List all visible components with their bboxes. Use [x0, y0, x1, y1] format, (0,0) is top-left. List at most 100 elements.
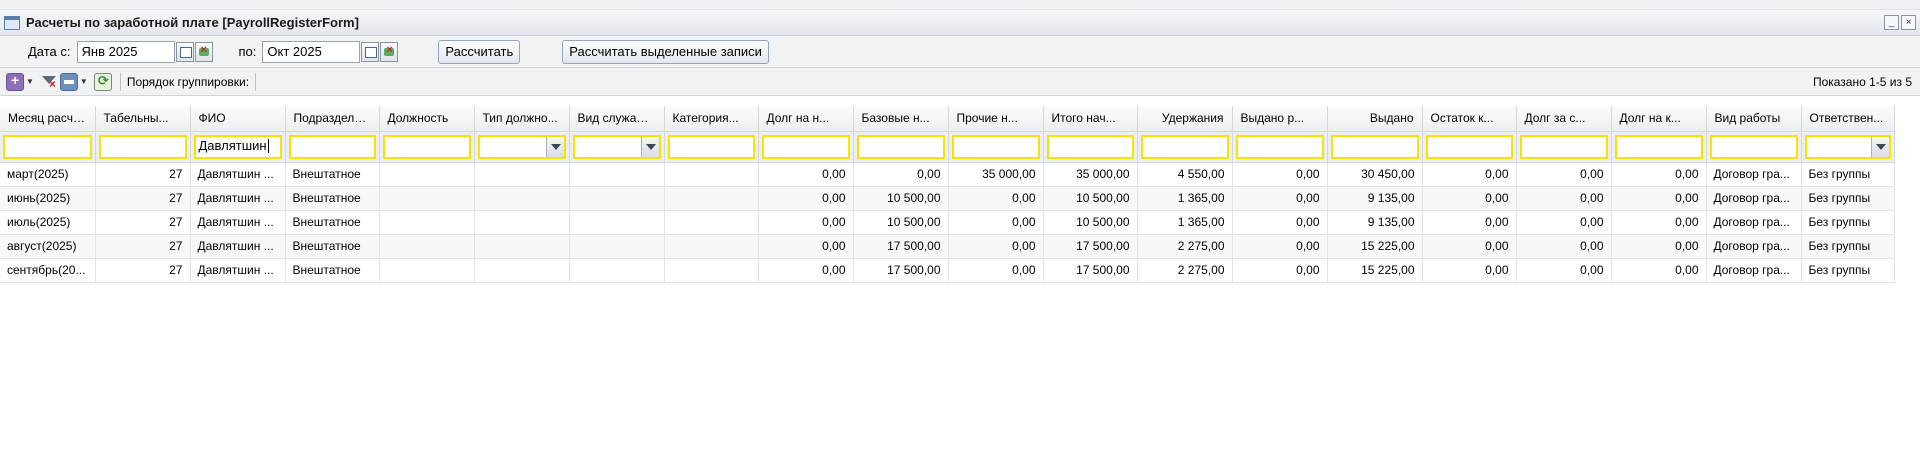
- table-cell[interactable]: 0,00: [758, 162, 854, 187]
- filter-input[interactable]: [856, 134, 945, 159]
- table-cell[interactable]: Без группы: [1801, 234, 1895, 259]
- table-cell[interactable]: [379, 210, 475, 235]
- table-cell[interactable]: 0,00: [1611, 186, 1707, 211]
- table-cell[interactable]: Внештатное: [285, 210, 380, 235]
- filter-input[interactable]: [382, 134, 471, 159]
- filter-input[interactable]: [761, 134, 850, 159]
- table-cell[interactable]: 0,00: [948, 186, 1044, 211]
- table-cell[interactable]: [379, 162, 475, 187]
- table-cell[interactable]: март(2025): [0, 162, 96, 187]
- table-cell[interactable]: 35 000,00: [1043, 162, 1138, 187]
- calculate-button[interactable]: Рассчитать: [438, 39, 521, 64]
- table-cell[interactable]: 35 000,00: [948, 162, 1044, 187]
- table-cell[interactable]: [569, 234, 665, 259]
- chevron-down-icon[interactable]: ▼: [26, 77, 34, 86]
- filter-input[interactable]: [1519, 134, 1608, 159]
- column-header[interactable]: Долг на н...: [758, 106, 854, 132]
- table-cell[interactable]: 0,00: [1422, 210, 1517, 235]
- table-cell[interactable]: 17 500,00: [853, 234, 949, 259]
- column-header[interactable]: Удержания: [1137, 106, 1233, 132]
- table-cell[interactable]: 0,00: [1232, 186, 1328, 211]
- table-cell[interactable]: 17 500,00: [1043, 258, 1138, 283]
- table-cell[interactable]: [664, 258, 759, 283]
- column-header[interactable]: Месяц расче...: [0, 106, 96, 132]
- column-header[interactable]: Ответствен...: [1801, 106, 1895, 132]
- clear-date-icon[interactable]: [194, 41, 213, 62]
- add-icon[interactable]: [6, 72, 24, 91]
- table-cell[interactable]: [664, 210, 759, 235]
- table-cell[interactable]: Договор гра...: [1706, 162, 1802, 187]
- table-cell[interactable]: 0,00: [1422, 258, 1517, 283]
- filter-input[interactable]: [951, 134, 1040, 159]
- table-cell[interactable]: 0,00: [1422, 186, 1517, 211]
- table-cell[interactable]: [569, 210, 665, 235]
- table-cell[interactable]: [474, 210, 570, 235]
- table-cell[interactable]: [379, 186, 475, 211]
- table-cell[interactable]: 0,00: [758, 186, 854, 211]
- clear-filter-icon[interactable]: [40, 73, 58, 91]
- filter-input[interactable]: [98, 134, 187, 159]
- filter-combo[interactable]: [1804, 134, 1891, 159]
- chevron-down-icon[interactable]: [640, 136, 659, 157]
- chevron-down-icon[interactable]: [545, 136, 564, 157]
- column-header[interactable]: Долг за с...: [1516, 106, 1612, 132]
- table-cell[interactable]: 27: [95, 186, 191, 211]
- table-cell[interactable]: 1 365,00: [1137, 186, 1233, 211]
- filter-input[interactable]: [1140, 134, 1229, 159]
- table-cell[interactable]: Договор гра...: [1706, 186, 1802, 211]
- minimize-button[interactable]: _: [1884, 15, 1899, 30]
- table-cell[interactable]: август(2025): [0, 234, 96, 259]
- date-from-input[interactable]: [76, 40, 175, 63]
- table-cell[interactable]: 0,00: [1516, 234, 1612, 259]
- date-to-input[interactable]: [262, 40, 361, 63]
- table-cell[interactable]: 0,00: [853, 162, 949, 187]
- filter-input[interactable]: [1235, 134, 1324, 159]
- table-cell[interactable]: Давлятшин ...: [190, 162, 286, 187]
- column-header[interactable]: ФИО: [190, 106, 286, 132]
- table-cell[interactable]: Договор гра...: [1706, 258, 1802, 283]
- chevron-down-icon[interactable]: [1870, 136, 1889, 157]
- table-cell[interactable]: Договор гра...: [1706, 210, 1802, 235]
- filter-input[interactable]: [1709, 134, 1798, 159]
- table-cell[interactable]: [474, 258, 570, 283]
- table-cell[interactable]: 2 275,00: [1137, 234, 1233, 259]
- table-cell[interactable]: [569, 162, 665, 187]
- table-cell[interactable]: Без группы: [1801, 186, 1895, 211]
- table-cell[interactable]: 0,00: [1611, 234, 1707, 259]
- table-cell[interactable]: 10 500,00: [853, 186, 949, 211]
- close-button[interactable]: ×: [1901, 15, 1916, 30]
- table-cell[interactable]: [664, 162, 759, 187]
- filter-input[interactable]: [667, 134, 755, 159]
- table-cell[interactable]: 0,00: [758, 234, 854, 259]
- table-cell[interactable]: Давлятшин ...: [190, 210, 286, 235]
- table-cell[interactable]: 17 500,00: [1043, 234, 1138, 259]
- column-header[interactable]: Категория...: [664, 106, 759, 132]
- table-cell[interactable]: 27: [95, 162, 191, 187]
- column-header[interactable]: Табельны...: [95, 106, 191, 132]
- table-cell[interactable]: 0,00: [1611, 162, 1707, 187]
- column-header[interactable]: Базовые н...: [853, 106, 949, 132]
- column-header[interactable]: Долг на к...: [1611, 106, 1707, 132]
- filter-input[interactable]: [1330, 134, 1419, 159]
- table-cell[interactable]: Внештатное: [285, 186, 380, 211]
- calculate-selected-button[interactable]: Рассчитать выделенные записи: [562, 39, 769, 64]
- table-row[interactable]: июль(2025) 27 Давлятшин ... Внештатное 0,00 1…: [0, 210, 1895, 235]
- table-cell[interactable]: Договор гра...: [1706, 234, 1802, 259]
- column-header[interactable]: Итого нач...: [1043, 106, 1138, 132]
- table-cell[interactable]: 2 275,00: [1137, 258, 1233, 283]
- filter-input[interactable]: [1046, 134, 1134, 159]
- table-cell[interactable]: 0,00: [1232, 162, 1328, 187]
- table-cell[interactable]: 0,00: [948, 258, 1044, 283]
- calendar-icon[interactable]: [361, 41, 380, 62]
- fio-filter-input[interactable]: Давлятшин: [193, 134, 282, 159]
- table-cell[interactable]: [474, 234, 570, 259]
- filter-input[interactable]: [288, 134, 376, 159]
- table-cell[interactable]: [569, 258, 665, 283]
- table-cell[interactable]: [664, 234, 759, 259]
- table-cell[interactable]: 0,00: [1611, 258, 1707, 283]
- column-header[interactable]: Вид работы: [1706, 106, 1802, 132]
- table-cell[interactable]: 27: [95, 210, 191, 235]
- table-cell[interactable]: июль(2025): [0, 210, 96, 235]
- table-cell[interactable]: 9 135,00: [1327, 186, 1423, 211]
- table-cell[interactable]: 10 500,00: [1043, 186, 1138, 211]
